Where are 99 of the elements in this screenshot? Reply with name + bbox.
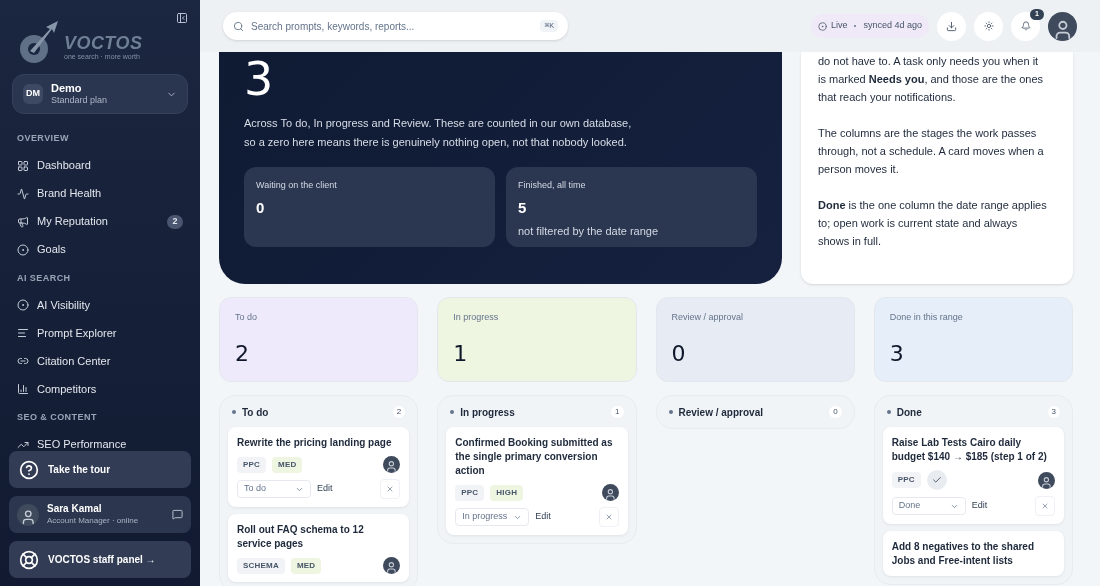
column-count: 0 [829, 406, 842, 418]
section-heading: SEO & CONTENT [16, 411, 98, 424]
nav-item[interactable]: Brand Health [0, 179, 200, 208]
column-count: 2 [392, 406, 406, 418]
stat-value: 0 [256, 197, 266, 218]
column-count: 3 [1047, 406, 1060, 418]
task-title: Add 8 negatives to the shared Jobs and Free-intent lists [891, 540, 1035, 568]
status-select[interactable]: In progress [455, 508, 530, 526]
stat-value: 5 [518, 197, 528, 218]
target-icon [17, 243, 29, 256]
status-select[interactable]: To do [237, 480, 311, 498]
bar-chart-icon [17, 383, 29, 395]
collapse-icon[interactable] [176, 12, 188, 24]
avatar-icon [383, 557, 401, 574]
column-title: To do [242, 405, 270, 420]
status-select[interactable]: Done [891, 497, 966, 515]
search-bar[interactable]: Search prompts, keywords, reports... ⌘K [223, 12, 568, 40]
task-card[interactable]: Raise Lab Tests Cairo daily budget $140 → $185 (step 1 of 2) PPC Done Edit [882, 427, 1064, 524]
tag: MED [290, 557, 322, 574]
manager-name: Sara Kamal [47, 503, 103, 516]
lines-icon [17, 327, 29, 339]
manager-role: Account Manager · online [47, 515, 140, 526]
summary-label: To do [235, 311, 259, 324]
info-paragraph: Done is the one column the date range applies to; open work is current state and always shows in full. [818, 198, 1048, 249]
task-title: Rewrite the pricing landing page [237, 436, 393, 450]
nav-item[interactable]: SEO Performance [0, 430, 200, 451]
target-icon [17, 299, 29, 311]
download-icon[interactable] [937, 11, 966, 41]
nav-item[interactable]: Citation Center [0, 347, 200, 375]
task-card[interactable]: Add 8 negatives to the shared Jobs and Free-intent lists [882, 531, 1064, 576]
megaphone-icon [17, 215, 29, 228]
nav-item[interactable]: Goals [0, 235, 200, 264]
tag: HIGH [490, 484, 524, 501]
avatar-icon [601, 484, 619, 501]
summary-label: Review / approval [671, 311, 745, 324]
live-icon [817, 21, 827, 31]
edit-link[interactable]: Edit [971, 499, 988, 513]
live-label: Live [830, 19, 848, 33]
nav-item[interactable]: Competitors [0, 375, 200, 403]
summary-value: 3 [889, 339, 905, 368]
tag: MED [272, 456, 303, 473]
search-field[interactable]: Search prompts, keywords, reports... [251, 18, 534, 34]
shortcut-key: ⌘K [540, 20, 558, 32]
stat-note: not filtered by the date range [518, 224, 660, 239]
avatar-icon [1038, 471, 1055, 489]
task-title: Confirmed Booking submitted as the single primary conversion action [455, 436, 614, 478]
summary-value: 2 [235, 339, 250, 368]
workspace-plan: Standard plan [51, 95, 108, 107]
column-title: In progress [460, 405, 516, 420]
task-title: Roll out FAQ schema to 12 service pages [237, 523, 365, 551]
summary-value: 1 [453, 339, 469, 368]
theme-icon[interactable] [974, 11, 1003, 41]
pulse-icon [17, 187, 29, 200]
info-paragraph: do not have to. A task only needs you when it is marked Needs you, and those are the ones that reach your notifications. [818, 54, 1045, 105]
nav-item[interactable]: My Reputation 2 [0, 207, 200, 236]
section-heading: AI SEARCH [16, 271, 72, 285]
nav-item[interactable]: Prompt Explorer [0, 319, 200, 347]
task-card[interactable]: Confirmed Booking submitted as the single primary conversion action PPC HIGH In progress Edit [446, 427, 628, 535]
search-icon [233, 20, 244, 32]
summary-label: Done in this range [889, 311, 964, 324]
open-count: 3 [244, 56, 275, 102]
bell-icon[interactable] [1011, 11, 1040, 41]
tag: PPC [237, 456, 267, 473]
stat-label: Waiting on the client [256, 179, 338, 192]
avatar-icon [17, 503, 39, 526]
tag: SCHEMA [237, 557, 285, 574]
edit-link[interactable]: Edit [535, 510, 551, 524]
task-card[interactable]: Rewrite the pricing landing page PPC MED To do Edit [228, 427, 410, 507]
manager-card[interactable]: Sara Kamal Account Manager · online [9, 496, 191, 533]
logo-name: VOCTOS [64, 33, 143, 52]
column-title: Review / approval [678, 405, 764, 420]
grid-icon [17, 159, 29, 172]
lifebuoy-icon [19, 549, 39, 570]
tour-button[interactable]: Take the tour [9, 451, 191, 488]
synced-label: synced 4d ago [863, 19, 922, 33]
count-badge: 2 [167, 214, 183, 229]
chat-icon[interactable] [172, 509, 183, 520]
help-icon [19, 459, 39, 480]
link-icon [17, 355, 29, 367]
summary-value: 0 [671, 339, 687, 368]
column-count: 1 [611, 406, 624, 418]
task-card[interactable]: Roll out FAQ schema to 12 service pages SCHEMA MED [228, 514, 410, 582]
hero-description: Across To do, In progress and Review. These are counted in our own database, so a zero here means there is genuinely nothing open, not that nobody looked. [244, 116, 633, 150]
nav-item[interactable]: Dashboard [0, 151, 200, 180]
avatar-icon [1048, 11, 1077, 41]
nav-item[interactable]: AI Visibility [0, 291, 200, 319]
staff-panel-button[interactable]: VOCTOS staff panel → [9, 541, 191, 578]
avatar-icon [383, 456, 401, 473]
section-heading: OVERVIEW [16, 132, 70, 145]
tag: PPC [891, 472, 921, 488]
stat-label: Finished, all time [518, 179, 587, 192]
edit-link[interactable]: Edit [317, 482, 333, 496]
info-paragraph: The columns are the stages the work passes through, not a schedule. A card moves when a person moves it. [818, 126, 1045, 177]
task-title: Raise Lab Tests Cairo daily budget $140 → $185 (step 1 of 2) [891, 436, 1048, 464]
summary-label: In progress [453, 311, 500, 324]
workspace-initials: DM [23, 84, 43, 104]
column-title: Done [896, 405, 923, 420]
tag: PPC [455, 484, 485, 501]
workspace-name: Demo [51, 81, 82, 96]
